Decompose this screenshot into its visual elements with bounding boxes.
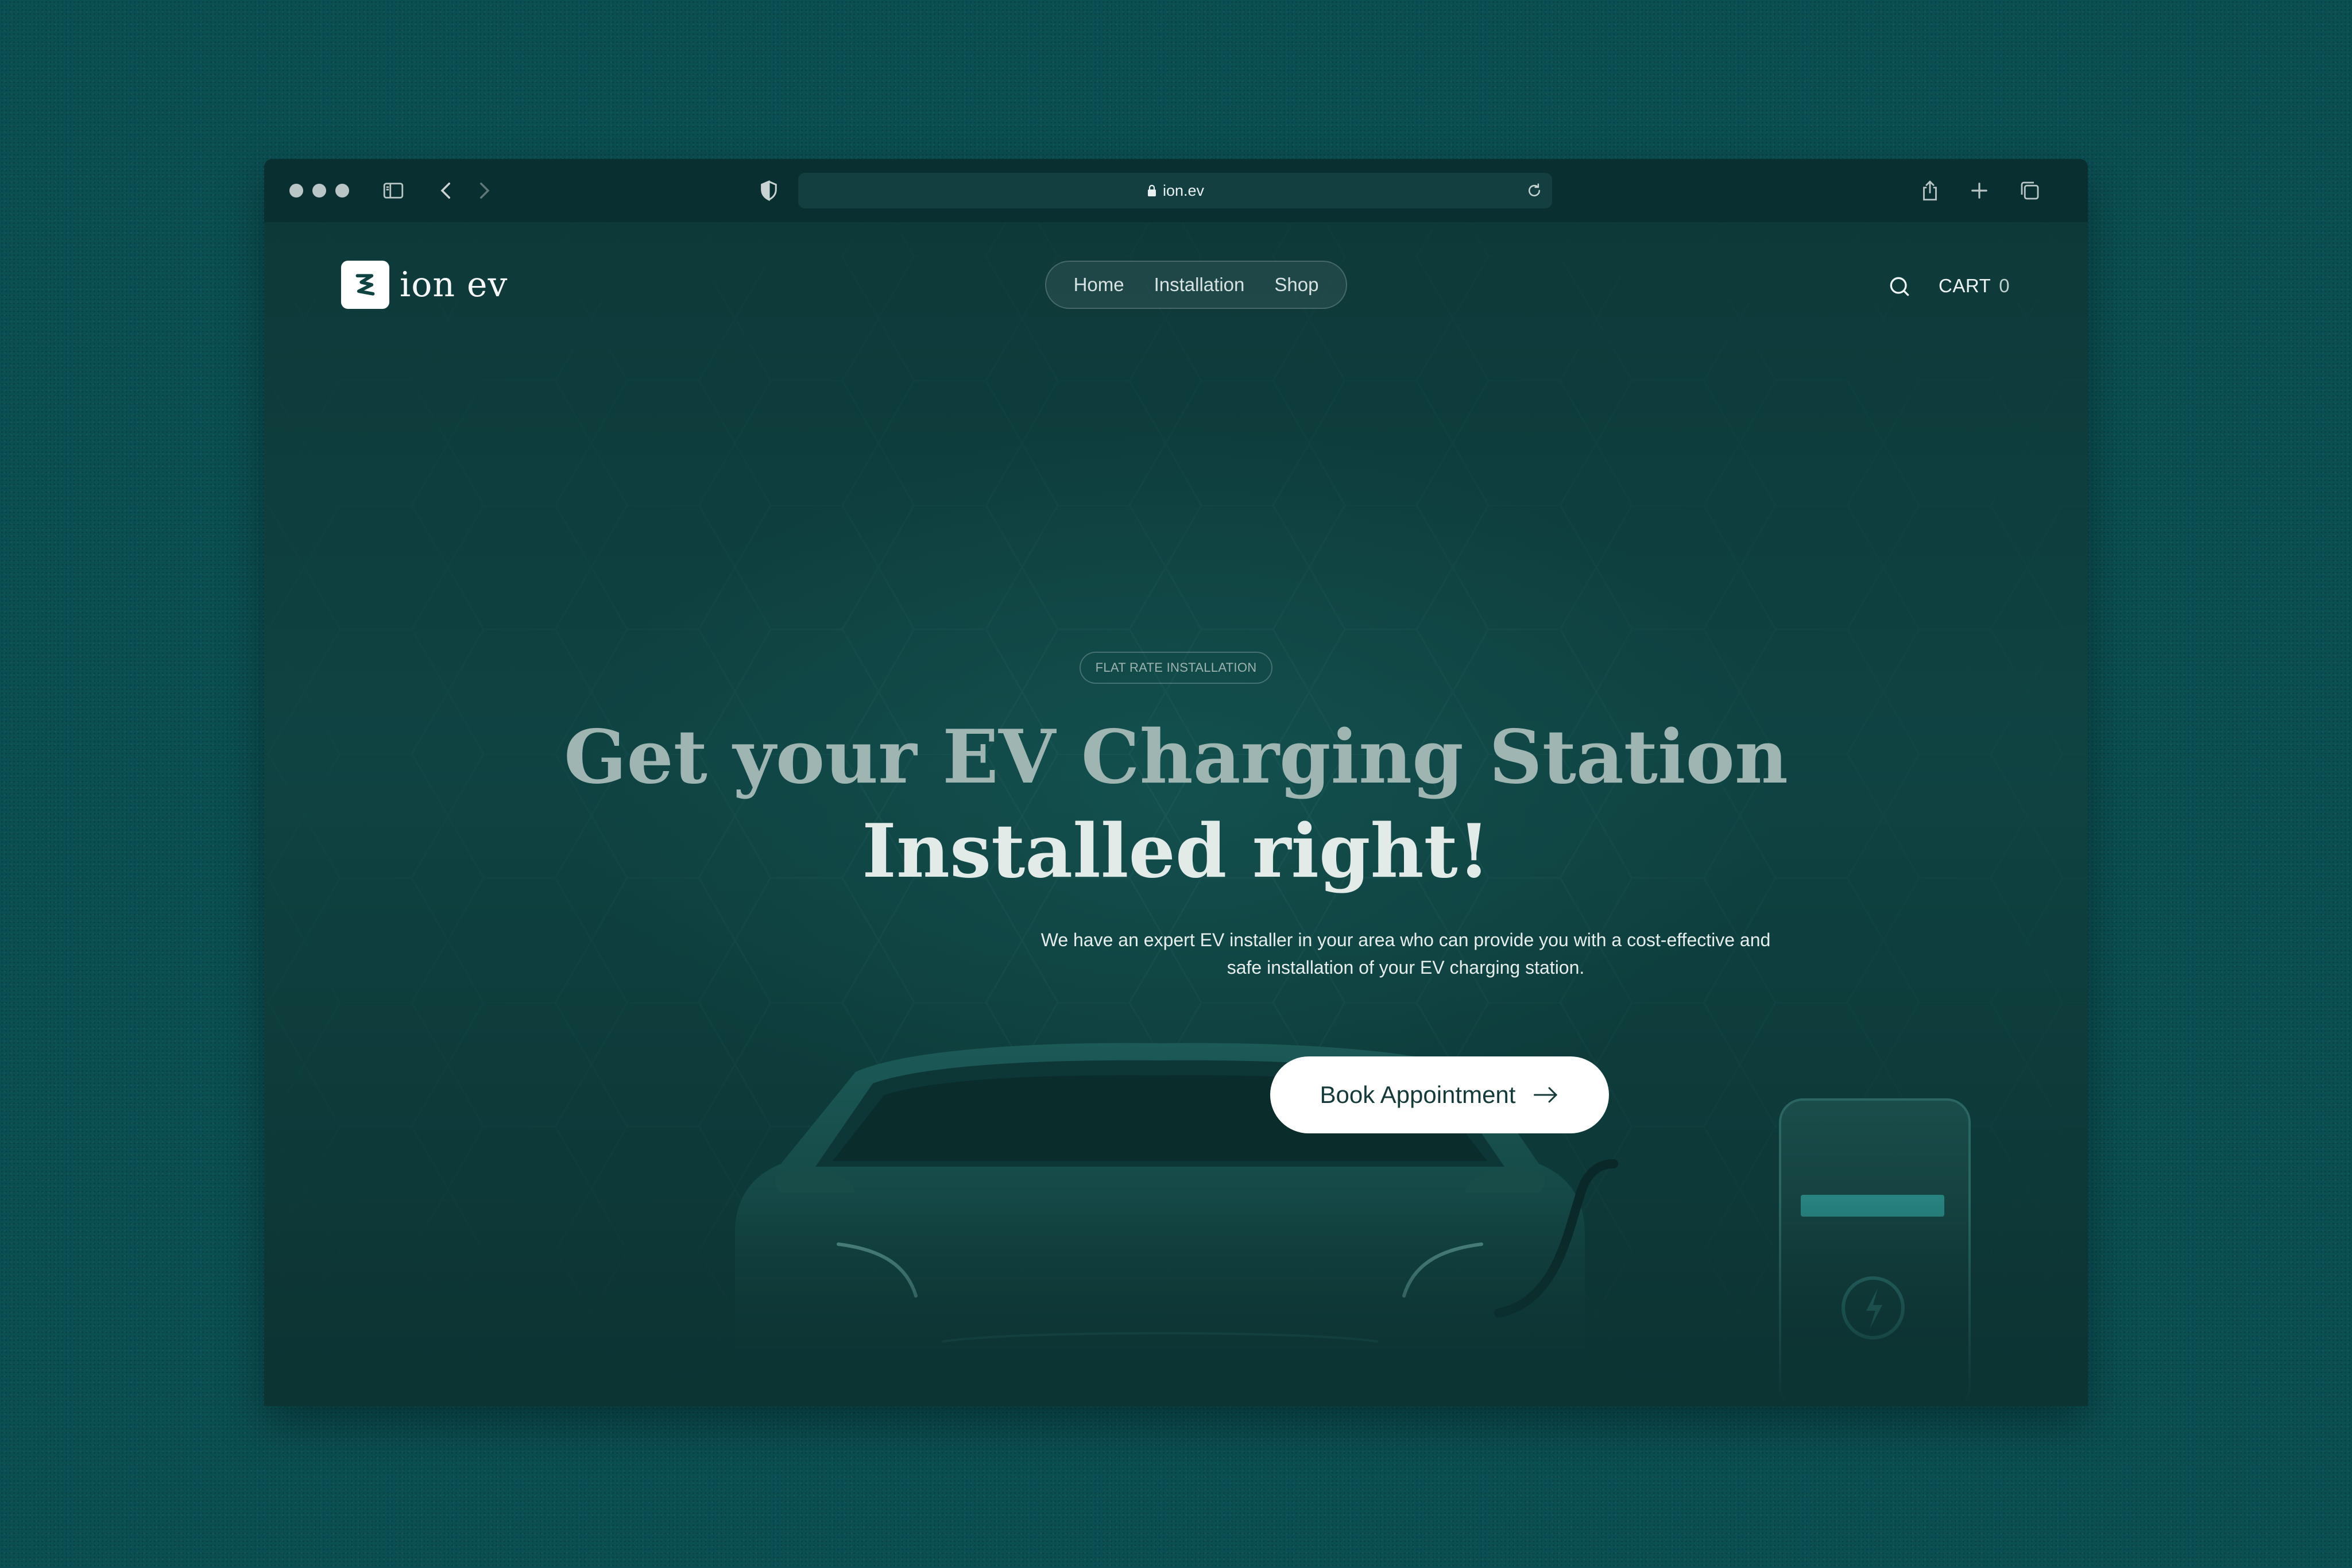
new-tab-icon[interactable] — [1967, 179, 1991, 203]
lock-icon — [1147, 184, 1156, 196]
search-icon[interactable] — [1887, 274, 1912, 299]
browser-toolbar: ion.ev — [264, 159, 2088, 223]
headline-line-1: Get your EV Charging Station — [564, 714, 1788, 800]
headline-line-2: Installed right! — [862, 808, 1490, 895]
cart-label: CART — [1939, 275, 1991, 296]
window-controls — [289, 184, 349, 198]
back-icon[interactable] — [434, 179, 458, 203]
flat-rate-badge: FLAT RATE INSTALLATION — [1080, 652, 1272, 684]
book-appointment-button[interactable]: Book Appointment — [1270, 1056, 1609, 1133]
forward-icon[interactable] — [472, 179, 496, 203]
address-bar[interactable]: ion.ev — [798, 173, 1552, 208]
cart-button[interactable]: CART 0 — [1939, 275, 2010, 297]
cta-label: Book Appointment — [1320, 1081, 1516, 1108]
main-nav: Home Installation Shop — [1045, 261, 1347, 309]
shield-icon[interactable] — [757, 179, 781, 203]
browser-window: ion.ev ion ev Home Installation Shop CAR… — [264, 159, 2088, 1406]
nav-item-home[interactable]: Home — [1074, 274, 1124, 296]
site-logo[interactable]: ion ev — [341, 261, 508, 309]
url-text: ion.ev — [1162, 181, 1205, 199]
arrow-right-icon — [1534, 1087, 1558, 1103]
close-window-button[interactable] — [289, 184, 303, 198]
reload-icon[interactable] — [1526, 182, 1543, 199]
tabs-icon[interactable] — [2018, 179, 2042, 203]
cart-count: 0 — [1999, 275, 2010, 296]
page-content: ion ev Home Installation Shop CART 0 FLAT… — [264, 222, 2088, 1406]
zoom-window-button[interactable] — [335, 184, 349, 198]
logo-icon — [341, 261, 389, 309]
hero-headline: Get your EV Charging Station Installed r… — [264, 710, 2088, 899]
nav-item-installation[interactable]: Installation — [1154, 274, 1245, 296]
hero-subtitle: We have an expert EV installer in your a… — [1040, 930, 1771, 978]
minimize-window-button[interactable] — [312, 184, 326, 198]
share-icon[interactable] — [1918, 179, 1942, 203]
logo-text: ion ev — [400, 265, 508, 305]
nav-item-shop[interactable]: Shop — [1274, 274, 1318, 296]
sidebar-icon[interactable] — [381, 179, 405, 203]
